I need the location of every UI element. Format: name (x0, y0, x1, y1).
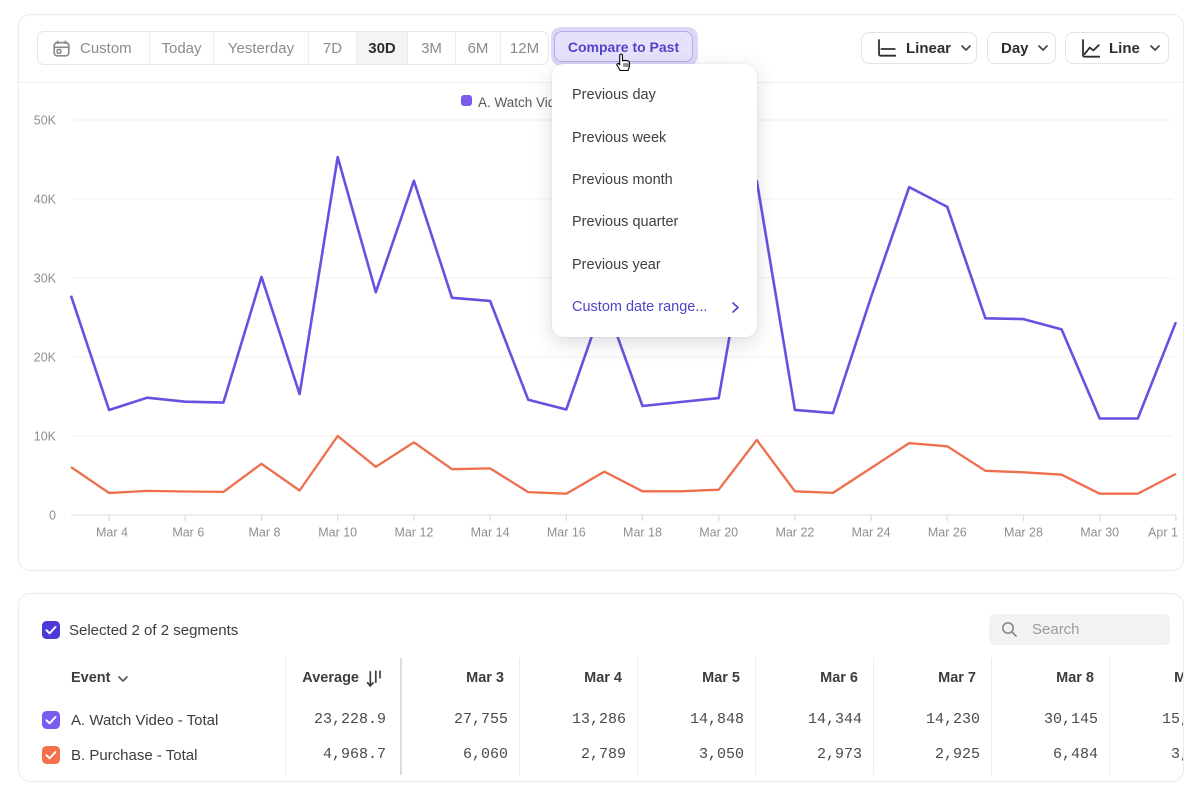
svg-text:Mar 16: Mar 16 (547, 526, 586, 540)
svg-text:Mar 8: Mar 8 (249, 526, 281, 540)
svg-text:Mar 24: Mar 24 (852, 526, 891, 540)
svg-text:Mar 20: Mar 20 (699, 526, 738, 540)
svg-text:Mar 12: Mar 12 (394, 526, 433, 540)
svg-text:Mar 10: Mar 10 (318, 526, 357, 540)
svg-text:Apr 1: Apr 1 (1148, 526, 1178, 540)
svg-text:30K: 30K (34, 272, 57, 286)
svg-text:Mar 26: Mar 26 (928, 526, 967, 540)
svg-text:0: 0 (49, 509, 56, 523)
svg-text:Mar 22: Mar 22 (775, 526, 814, 540)
svg-text:50K: 50K (34, 114, 57, 128)
svg-text:20K: 20K (34, 351, 57, 365)
svg-text:40K: 40K (34, 193, 57, 207)
svg-text:Mar 14: Mar 14 (471, 526, 510, 540)
svg-text:Mar 6: Mar 6 (172, 526, 204, 540)
svg-text:Mar 18: Mar 18 (623, 526, 662, 540)
svg-text:Mar 30: Mar 30 (1080, 526, 1119, 540)
svg-text:Mar 28: Mar 28 (1004, 526, 1043, 540)
svg-text:10K: 10K (34, 430, 57, 444)
svg-text:Mar 4: Mar 4 (96, 526, 128, 540)
